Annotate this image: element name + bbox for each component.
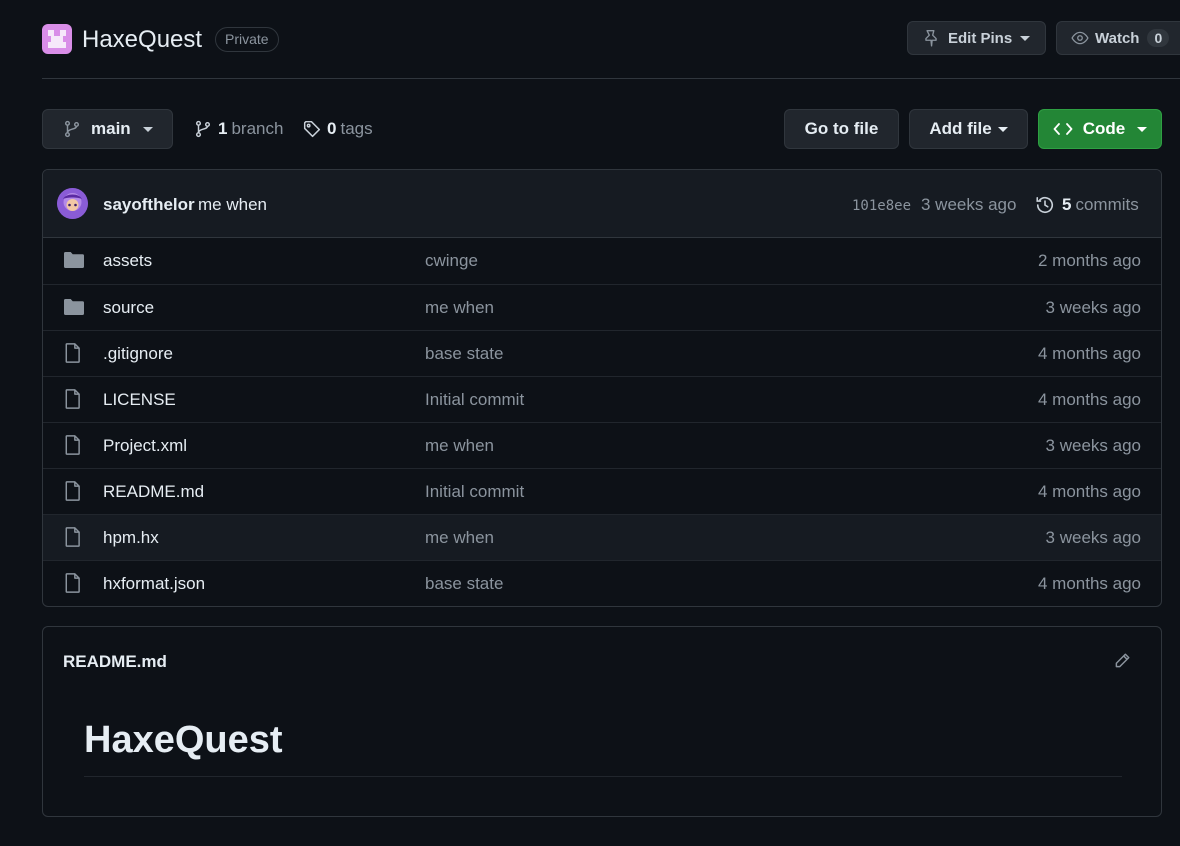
branch-icon: [194, 120, 212, 138]
folder-icon: [63, 298, 85, 321]
readme-filename[interactable]: README.md: [63, 652, 167, 672]
branches-link[interactable]: 1 branch: [194, 119, 283, 139]
watch-label: Watch: [1095, 29, 1140, 47]
edit-pins-button[interactable]: Edit Pins: [907, 21, 1046, 55]
header-divider: [42, 78, 1180, 79]
watch-count: 0: [1147, 29, 1170, 47]
file-commit-message[interactable]: me when: [425, 528, 494, 548]
file-commit-message[interactable]: base state: [425, 574, 503, 594]
file-name[interactable]: hxformat.json: [103, 574, 205, 594]
file-commit-message[interactable]: me when: [425, 436, 494, 456]
file-commit-time: 4 months ago: [1037, 482, 1141, 501]
avatar[interactable]: [57, 188, 88, 219]
file-table: sayofthelor me when 101e8ee 3 weeks ago …: [42, 169, 1162, 607]
branch-selector[interactable]: main: [42, 109, 173, 149]
history-icon: [1035, 195, 1055, 215]
add-file-button[interactable]: Add file: [909, 109, 1028, 149]
file-icon: [63, 480, 83, 507]
go-to-file-button[interactable]: Go to file: [784, 109, 899, 149]
commit-time: 3 weeks ago: [921, 195, 1017, 214]
edit-pins-label: Edit Pins: [948, 29, 1013, 47]
tag-count: 0: [327, 119, 337, 138]
file-commit-time: 4 months ago: [1037, 574, 1141, 593]
tag-icon: [303, 120, 321, 138]
repo-name[interactable]: HaxeQuest: [82, 26, 202, 54]
readme-heading-rule: [84, 776, 1122, 777]
file-commit-time: 4 months ago: [1037, 390, 1141, 409]
visibility-badge: Private: [215, 27, 279, 52]
code-button[interactable]: Code: [1038, 109, 1162, 149]
file-row[interactable]: LICENSE Initial commit 4 months ago: [43, 376, 1161, 422]
latest-commit-bar: sayofthelor me when 101e8ee 3 weeks ago …: [43, 170, 1161, 238]
pin-icon: [922, 29, 940, 47]
file-icon: [63, 434, 83, 461]
file-row[interactable]: hpm.hx me when 3 weeks ago: [43, 514, 1161, 560]
folder-icon: [63, 251, 85, 274]
branch-name: main: [91, 119, 131, 138]
file-commit-time: 3 weeks ago: [1045, 436, 1141, 455]
chevron-down-icon: [142, 126, 153, 132]
file-name[interactable]: source: [103, 298, 154, 318]
file-name[interactable]: README.md: [103, 482, 204, 502]
file-row[interactable]: source me when 3 weeks ago: [43, 284, 1161, 330]
file-row[interactable]: assets cwinge 2 months ago: [43, 238, 1161, 284]
file-commit-time: 4 months ago: [1037, 344, 1141, 363]
file-icon: [63, 572, 83, 599]
eye-icon: [1071, 29, 1089, 47]
code-icon: [1053, 121, 1073, 137]
branch-icon: [63, 120, 81, 138]
chevron-down-icon: [1137, 126, 1148, 132]
commit-sha[interactable]: 101e8ee: [852, 198, 911, 214]
tags-link[interactable]: 0 tags: [303, 119, 373, 139]
tag-label: tags: [340, 119, 373, 138]
pencil-icon[interactable]: [1113, 652, 1131, 675]
file-icon: [63, 342, 83, 369]
file-commit-time: 2 months ago: [1037, 251, 1141, 270]
readme-header: README.md: [43, 627, 1161, 695]
readme-heading: HaxeQuest: [84, 719, 283, 761]
repo-avatar[interactable]: [42, 24, 72, 54]
add-file-label: Add file: [929, 119, 992, 138]
readme-panel: README.md HaxeQuest: [42, 626, 1162, 817]
watch-button[interactable]: Watch 0: [1056, 21, 1180, 55]
chevron-down-icon: [1020, 35, 1031, 41]
file-name[interactable]: hpm.hx: [103, 528, 159, 548]
file-row[interactable]: hxformat.json base state 4 months ago: [43, 560, 1161, 606]
branch-label: branch: [231, 119, 284, 138]
file-commit-time: 3 weeks ago: [1045, 528, 1141, 547]
file-commit-message[interactable]: cwinge: [425, 251, 478, 271]
file-name[interactable]: .gitignore: [103, 344, 173, 364]
commit-count: 5: [1062, 195, 1072, 214]
chevron-down-icon: [997, 126, 1008, 132]
file-commit-message[interactable]: Initial commit: [425, 482, 524, 502]
file-commit-time: 3 weeks ago: [1045, 298, 1141, 317]
file-row[interactable]: Project.xml me when 3 weeks ago: [43, 422, 1161, 468]
commit-author[interactable]: sayofthelor: [103, 195, 195, 215]
file-row[interactable]: .gitignore base state 4 months ago: [43, 330, 1161, 376]
file-icon: [63, 388, 83, 415]
file-commit-message[interactable]: Initial commit: [425, 390, 524, 410]
file-name[interactable]: Project.xml: [103, 436, 187, 456]
file-icon: [63, 526, 83, 553]
file-name[interactable]: LICENSE: [103, 390, 176, 410]
commit-label: commits: [1075, 195, 1139, 214]
commits-link[interactable]: 5 commits: [1035, 195, 1139, 215]
file-row[interactable]: README.md Initial commit 4 months ago: [43, 468, 1161, 514]
commit-message[interactable]: me when: [198, 195, 267, 215]
file-commit-message[interactable]: me when: [425, 298, 494, 318]
code-label: Code: [1082, 119, 1126, 138]
file-name[interactable]: assets: [103, 251, 152, 271]
go-to-file-label: Go to file: [804, 119, 879, 138]
branch-count: 1: [218, 119, 228, 138]
file-commit-message[interactable]: base state: [425, 344, 503, 364]
